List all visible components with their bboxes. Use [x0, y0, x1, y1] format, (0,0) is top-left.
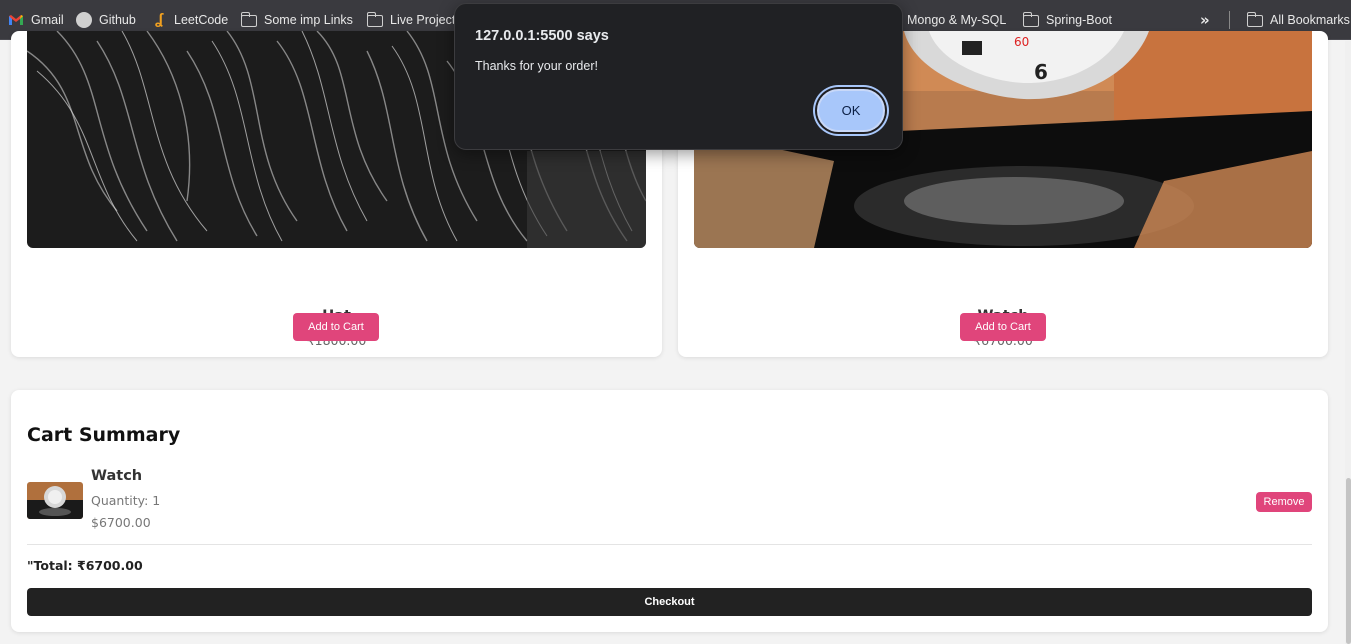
- bookmark-label: Gmail: [31, 13, 64, 27]
- alert-dialog: 127.0.0.1:5500 says Thanks for your orde…: [454, 3, 903, 150]
- github-icon: [76, 12, 92, 28]
- cart-summary-card: Cart Summary Watch Quantity: 1 $6700.00 …: [11, 390, 1328, 632]
- cart-divider: [27, 544, 1312, 545]
- bookmark-label: Spring-Boot: [1046, 13, 1113, 27]
- dialog-origin: 127.0.0.1:5500 says: [475, 28, 609, 44]
- page-scrollbar-thumb[interactable]: [1346, 478, 1351, 644]
- folder-icon: [1022, 12, 1039, 27]
- cart-item-price: $6700.00: [91, 515, 151, 530]
- bookmark-label: Live Project: [390, 13, 456, 27]
- dialog-ok-button[interactable]: OK: [817, 89, 885, 132]
- cart-item-quantity: Quantity: 1: [91, 493, 161, 508]
- dialog-message: Thanks for your order!: [475, 59, 598, 73]
- bookmarks-separator: [1229, 11, 1230, 29]
- checkout-button[interactable]: Checkout: [27, 588, 1312, 616]
- remove-item-button[interactable]: Remove: [1256, 492, 1312, 512]
- cart-item-name: Watch: [91, 468, 143, 484]
- svg-text:6: 6: [1034, 60, 1048, 84]
- add-to-cart-button-watch[interactable]: Add to Cart: [960, 313, 1046, 341]
- bookmark-label: Mongo & My-SQL: [907, 13, 1007, 27]
- svg-text:60: 60: [1014, 35, 1029, 49]
- cart-summary-title: Cart Summary: [27, 424, 181, 446]
- folder-icon: [366, 12, 383, 27]
- bookmark-label: Github: [99, 13, 136, 27]
- bookmark-label: LeetCode: [174, 13, 229, 27]
- folder-icon: [1246, 12, 1263, 27]
- bookmark-label: All Bookmarks: [1270, 13, 1350, 27]
- folder-icon: [240, 12, 257, 27]
- cart-item-thumbnail: [27, 482, 83, 519]
- bookmark-label: Some imp Links: [264, 13, 353, 27]
- gmail-icon: [9, 15, 23, 25]
- add-to-cart-button-hat[interactable]: Add to Cart: [293, 313, 379, 341]
- cart-total: "Total: ₹6700.00: [27, 558, 143, 573]
- leetcode-icon: ʆ: [154, 11, 164, 28]
